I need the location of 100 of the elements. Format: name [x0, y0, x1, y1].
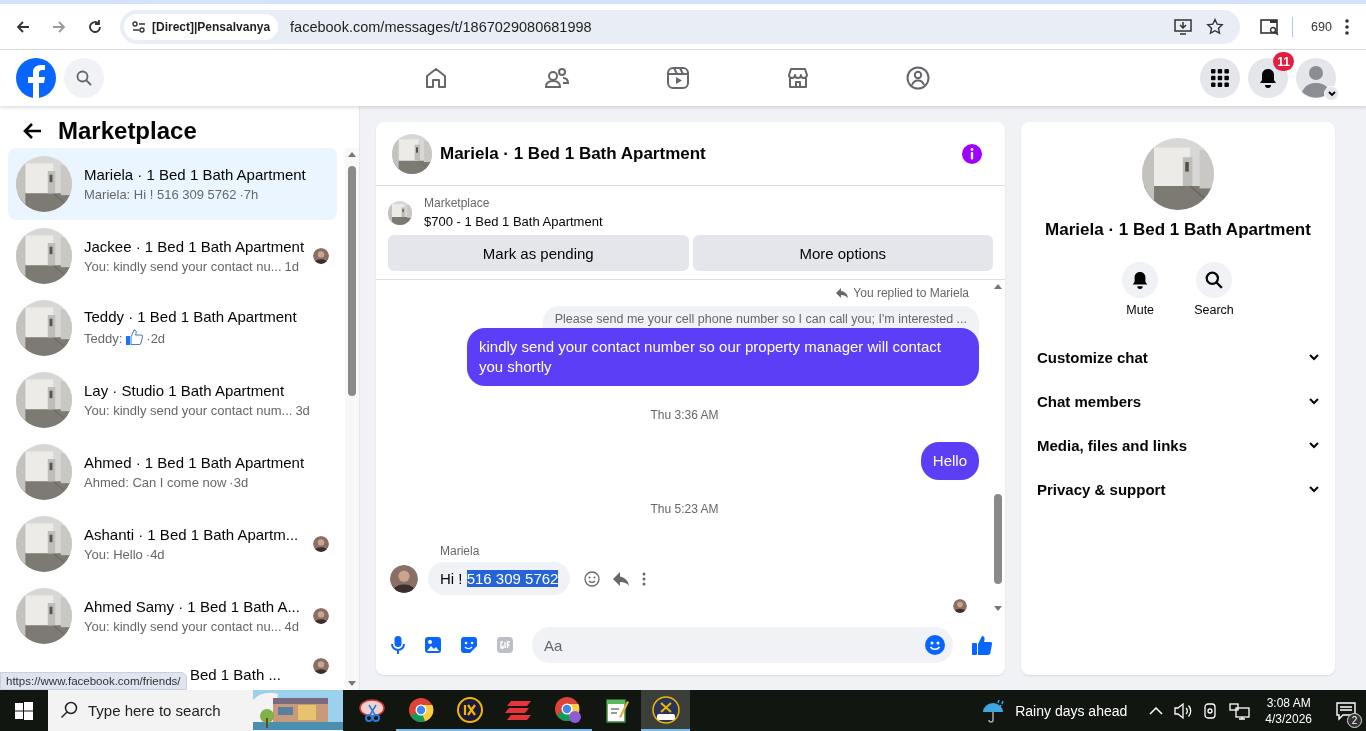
sender-name: Mariela — [439, 544, 481, 558]
reply-icon — [835, 287, 850, 299]
home-icon[interactable] — [424, 66, 448, 90]
search-icon — [1205, 271, 1223, 289]
info-icon[interactable] — [961, 142, 983, 165]
back-arrow-icon[interactable] — [22, 122, 42, 140]
search-icon — [76, 70, 92, 86]
image-icon[interactable] — [424, 636, 442, 654]
conversation-item[interactable]: Mariela · 1 Bed 1 Bath Apartment Mariela: Hi ! 516 309 5762 ·7h — [8, 148, 337, 220]
profile-button[interactable]: 690 — [1305, 19, 1338, 34]
message-bubble: Hello — [920, 442, 979, 480]
avatar-icon — [1296, 58, 1336, 98]
message-time: ·2d — [146, 331, 166, 346]
message-time: ·4d — [145, 547, 165, 562]
address-bar[interactable]: [Direct]|Pensalvanya facebook.com/messages/t/1867029080681998 — [120, 9, 1240, 44]
groups-icon[interactable] — [906, 66, 930, 90]
reply-note: You replied to Mariela — [835, 286, 969, 300]
sticker-icon[interactable] — [460, 636, 478, 654]
timestamp: Thu 5:23 AM — [650, 502, 719, 516]
grid-icon — [1210, 68, 1230, 88]
star-icon[interactable] — [1206, 17, 1224, 36]
pending-button[interactable]: Mark as pending — [388, 235, 689, 271]
notifications-button[interactable] — [1248, 58, 1288, 98]
chevron-down-icon — [1309, 441, 1319, 449]
conversation-item[interactable]: Teddy · 1 Bed 1 Bath Apartment Teddy: ·2d — [8, 292, 337, 364]
bell-icon — [1131, 271, 1150, 289]
start-icon — [15, 701, 33, 720]
message-preview: You: kindly send your contact nu... — [84, 259, 282, 274]
scrollbar[interactable] — [345, 148, 359, 690]
chevron-up-icon[interactable] — [1149, 705, 1164, 716]
reload-icon — [86, 17, 104, 36]
message-preview: Ahmed: Can I come now — [84, 475, 227, 490]
chevron-down-icon — [1309, 485, 1319, 493]
message-time: 4d — [284, 619, 299, 634]
message-preview: You: Hello — [84, 547, 143, 562]
conversation-item[interactable]: Ahmed · 1 Bed 1 Bath Apartment Ahmed: Can I come now ·3d — [8, 436, 337, 508]
message-preview: You: kindly send your contact nu... — [84, 619, 282, 634]
message-time: ·3d — [229, 475, 249, 490]
conversation-item[interactable]: Ahmed Samy · 1 Bed 1 Bath A... You: kindly send your contact nu... 4d — [8, 580, 337, 652]
chat-title: Mariela · 1 Bed 1 Bath Apartment — [440, 143, 706, 164]
emoji-icon[interactable] — [584, 570, 601, 587]
message-preview: Teddy: — [84, 331, 123, 346]
reply-icon[interactable] — [612, 570, 631, 587]
message-time: 3d — [295, 403, 310, 418]
menu-icon[interactable] — [1343, 17, 1350, 36]
section-header[interactable]: Privacy & support — [1029, 467, 1327, 511]
chevron-down-icon — [1309, 353, 1319, 361]
notification-center-button[interactable]: 2 — [1326, 690, 1366, 731]
section-header[interactable]: Chat members — [1029, 379, 1327, 423]
conversation-item[interactable]: Jackee · 1 Bed 1 Bath Apartment You: kindly send your contact nu... 1d — [8, 220, 337, 292]
install-icon[interactable] — [1174, 17, 1192, 36]
conversation-title: Lay · Studio 1 Bath Apartment — [84, 382, 286, 399]
side-panel-icon[interactable] — [1260, 17, 1280, 36]
seen-avatar — [953, 599, 967, 613]
listing-title[interactable]: $700 - 1 Bed 1 Bath Apartment — [424, 214, 603, 229]
conversation-title: Ahmed · 1 Bed 1 Bath Apartment — [84, 454, 306, 471]
account-button[interactable] — [1296, 58, 1336, 98]
conversation-item[interactable]: Lay · Studio 1 Bath Apartment You: kindly send your contact num... 3d — [8, 364, 337, 436]
message-bubble: kindly send your contact number so our property manager will contact you shortly — [467, 328, 979, 386]
clock[interactable]: 3:08 AM 4/3/2026 — [1251, 695, 1326, 726]
conversation-item[interactable]: Ashanti · 1 Bed 1 Bath Apartm... You: Hello ·4d — [8, 508, 337, 580]
conversation-title: Ashanti · 1 Bed 1 Bath Apartm... — [84, 526, 300, 543]
timestamp: Thu 3:36 AM — [650, 408, 719, 422]
video-icon[interactable] — [666, 66, 690, 90]
weather-widget[interactable]: Rainy days ahead — [981, 697, 1128, 724]
listing-label: Marketplace — [424, 196, 491, 210]
section-header[interactable]: Customize chat — [1029, 335, 1327, 379]
search-button[interactable] — [1196, 262, 1232, 298]
section-header[interactable]: Media, files and links — [1029, 423, 1327, 467]
link-tooltip: https://www.facebook.com/friends/ — [0, 672, 187, 690]
thumbs-up-icon[interactable] — [971, 634, 993, 656]
emoji-icon[interactable] — [925, 635, 945, 655]
message-preview: You: kindly send your contact num... — [84, 403, 293, 418]
message-field[interactable]: Aa — [532, 627, 953, 663]
microphone-icon[interactable] — [390, 635, 406, 655]
app-icon[interactable] — [641, 690, 690, 731]
conversation-title: Bed 1 Bath ... — [190, 666, 282, 683]
marketplace-icon[interactable] — [786, 66, 810, 90]
more-options-button[interactable]: More options — [692, 235, 993, 271]
conversation-title: Teddy · 1 Bed 1 Bath Apartment — [84, 308, 298, 325]
conversation-title: Mariela · 1 Bed 1 Bath Apartment — [84, 166, 307, 183]
mute-button[interactable] — [1122, 262, 1159, 298]
logo-icon[interactable] — [16, 58, 56, 98]
message-bubble: Hi ! 516 309 5762 — [428, 562, 571, 595]
chevron-down-icon — [1309, 397, 1319, 405]
message-preview: Mariela: Hi ! 516 309 5762 — [84, 187, 237, 202]
avatar — [390, 564, 418, 593]
site-chip[interactable]: [Direct]|Pensalvanya — [124, 13, 279, 40]
friends-icon[interactable] — [544, 66, 570, 90]
search-label: Search — [1194, 303, 1234, 317]
chevron-icon — [1324, 86, 1339, 101]
chat-title: Mariela · 1 Bed 1 Bath Apartment — [1045, 220, 1311, 240]
menu-button[interactable] — [1200, 58, 1240, 98]
search-icon — [60, 701, 78, 719]
more-icon[interactable] — [642, 571, 647, 586]
network-icon[interactable] — [1229, 701, 1252, 720]
page-title: Marketplace — [58, 117, 197, 145]
bell-icon — [1258, 68, 1278, 88]
speaker-icon[interactable] — [1173, 701, 1194, 720]
message-time: 1d — [284, 259, 299, 274]
